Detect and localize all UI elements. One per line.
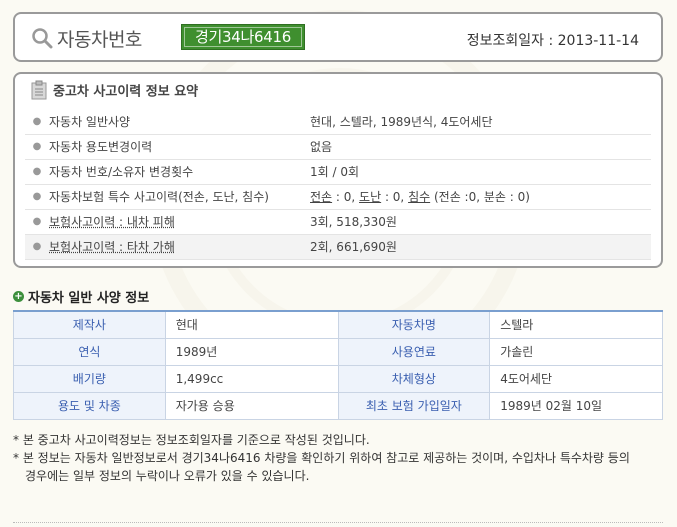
table-row: 제작사 현대 자동차명 스텔라 (13, 310, 663, 339)
list-item: ● 자동차 용도변경이력 없음 (25, 135, 651, 160)
table-header: 최초 보험 가입일자 (337, 391, 491, 420)
table-cell: 가솔린 (489, 337, 663, 366)
table-row: 배기량 1,499cc 차체형상 4도어세단 (13, 364, 663, 393)
note-line: 경우에는 일부 정보의 누락이나 오류가 있을 수 있습니다. (25, 469, 310, 483)
table-header: 연식 (13, 337, 166, 366)
theft-link[interactable]: 도난 (359, 190, 381, 204)
list-item: ● 자동차 일반사양 현대, 스텔라, 1989년식, 4도어세단 (25, 110, 651, 135)
spec-section-title: + 자동차 일반 사양 정보 (13, 287, 149, 306)
total-loss-count: : 0, (332, 190, 360, 204)
disclaimer-notes: * 본 중고차 사고이력정보는 정보조회일자를 기준으로 작성된 것입니다. *… (13, 431, 663, 485)
bullet-icon: ● (32, 141, 42, 152)
search-icon (32, 28, 53, 49)
table-row: 연식 1989년 사용연료 가솔린 (13, 337, 663, 366)
summary-heading: 중고차 사고이력 정보 요약 (31, 80, 198, 102)
table-cell: 현대 (164, 310, 339, 339)
table-header: 차체형상 (337, 364, 491, 393)
note-line: * 본 정보는 자동차 일반정보로서 경기34나6416 차량을 확인하기 위하… (13, 451, 630, 465)
plate-number-badge: 경기34나6416 (181, 24, 305, 50)
document-icon (31, 80, 47, 100)
plus-circle-icon: + (13, 291, 24, 302)
other-damage-link[interactable]: 보험사고이력 : 타차 가해 (49, 235, 310, 259)
bullet-icon: ● (32, 166, 42, 177)
own-damage-link[interactable]: 보험사고이력 : 내차 피해 (49, 210, 310, 234)
table-header: 배기량 (13, 364, 166, 393)
table-header: 사용연료 (337, 337, 491, 366)
query-date: 정보조회일자 : 2013-11-14 (466, 33, 639, 49)
table-cell: 1,499cc (164, 364, 339, 393)
summary-value: 없음 (310, 140, 333, 154)
summary-value: 3회, 518,330원 (310, 215, 397, 229)
list-item[interactable]: ● 보험사고이력 : 타차 가해 2회, 661,690원 (25, 235, 651, 260)
list-item: ● 자동차보험 특수 사고이력(전손, 도난, 침수) 전손 : 0, 도난 :… (25, 185, 651, 210)
theft-count: : 0, (381, 190, 409, 204)
accident-summary-panel: 중고차 사고이력 정보 요약 ● 자동차 일반사양 현대, 스텔라, 1989년… (13, 72, 663, 268)
flood-count: (전손 :0, 분손 : 0) (430, 190, 530, 204)
page-title: 자동차번호 (57, 29, 142, 51)
spec-title-text: 자동차 일반 사양 정보 (28, 291, 150, 306)
bullet-icon: ● (32, 241, 42, 252)
table-cell: 스텔라 (489, 310, 663, 339)
summary-key: 자동차 번호/소유자 변경횟수 (49, 165, 194, 179)
flood-link[interactable]: 침수 (408, 190, 430, 204)
table-header: 제작사 (13, 310, 166, 339)
summary-title: 중고차 사고이력 정보 요약 (53, 84, 199, 100)
table-cell: 4도어세단 (489, 364, 663, 393)
table-cell: 1989년 (164, 337, 339, 366)
table-cell: 자가용 승용 (164, 391, 339, 420)
header-bar: 자동차번호 경기34나6416 정보조회일자 : 2013-11-14 (13, 12, 663, 62)
summary-value: 2회, 661,690원 (310, 240, 397, 254)
table-header: 용도 및 차종 (13, 391, 166, 420)
bullet-icon: ● (32, 191, 42, 202)
table-cell: 1989년 02월 10일 (489, 391, 663, 420)
summary-list: ● 자동차 일반사양 현대, 스텔라, 1989년식, 4도어세단 ● 자동차 … (25, 110, 651, 260)
divider (13, 522, 663, 523)
list-item[interactable]: ● 보험사고이력 : 내차 피해 3회, 518,330원 (25, 210, 651, 235)
table-row: 용도 및 차종 자가용 승용 최초 보험 가입일자 1989년 02월 10일 (13, 391, 663, 420)
summary-key: 자동차 용도변경이력 (49, 140, 153, 154)
table-header: 자동차명 (337, 310, 491, 339)
bullet-icon: ● (32, 116, 42, 127)
summary-key: 자동차 일반사양 (49, 115, 131, 129)
note-line: * 본 중고차 사고이력정보는 정보조회일자를 기준으로 작성된 것입니다. (13, 433, 370, 447)
summary-key: 자동차보험 특수 사고이력(전손, 도난, 침수) (49, 190, 269, 204)
special-accident-value: 전손 : 0, 도난 : 0, 침수 (전손 :0, 분손 : 0) (310, 185, 530, 209)
bullet-icon: ● (32, 216, 42, 227)
list-item: ● 자동차 번호/소유자 변경횟수 1회 / 0회 (25, 160, 651, 185)
total-loss-link[interactable]: 전손 (310, 190, 332, 204)
summary-value: 현대, 스텔라, 1989년식, 4도어세단 (310, 115, 493, 129)
spec-table: 제작사 현대 자동차명 스텔라 연식 1989년 사용연료 가솔린 배기량 1,… (13, 310, 663, 420)
summary-value: 1회 / 0회 (310, 165, 360, 179)
